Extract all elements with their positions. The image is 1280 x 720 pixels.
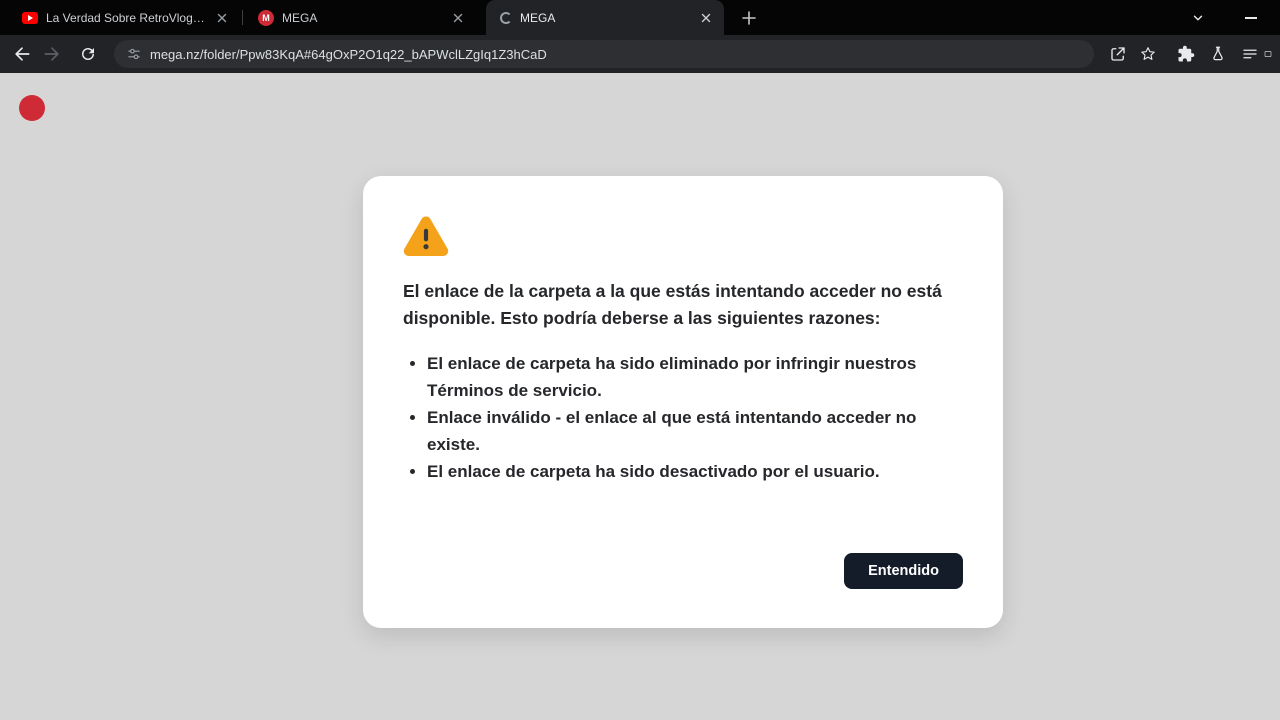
flask-avatar-icon — [1209, 45, 1227, 63]
back-arrow-icon — [12, 44, 32, 64]
youtube-favicon-icon — [22, 12, 38, 24]
reason-item: El enlace de carpeta ha sido eliminado p… — [427, 350, 923, 404]
toolbar-right-icons — [1104, 40, 1272, 68]
tab-close-button[interactable] — [214, 10, 230, 26]
bookmark-button[interactable] — [1134, 40, 1162, 68]
url-text: mega.nz/folder/Ppw83KqA#64gOxP2O1q22_bAP… — [150, 47, 547, 62]
dialog-message: El enlace de la carpeta a la que estás i… — [403, 278, 948, 332]
star-icon — [1139, 45, 1157, 63]
reason-item: Enlace inválido - el enlace al que está … — [427, 404, 923, 458]
tab-mega-active[interactable]: MEGA — [486, 0, 724, 35]
tab-strip: La Verdad Sobre RetroVlogs #2 M MEGA MEG… — [0, 0, 1280, 35]
close-icon — [217, 13, 227, 23]
back-button[interactable] — [8, 40, 36, 68]
minimize-button[interactable] — [1238, 5, 1264, 31]
folder-unavailable-dialog: El enlace de la carpeta a la que estás i… — [363, 176, 1003, 628]
tab-title: La Verdad Sobre RetroVlogs #2 — [46, 11, 206, 25]
menu-button[interactable] — [1236, 40, 1264, 68]
reload-button[interactable] — [74, 40, 102, 68]
share-button[interactable] — [1104, 40, 1132, 68]
warning-triangle-icon — [403, 215, 449, 257]
tab-retrovlogs[interactable]: La Verdad Sobre RetroVlogs #2 — [8, 0, 240, 35]
menu-lines-icon — [1241, 45, 1259, 63]
tab-title: MEGA — [282, 11, 442, 25]
puzzle-icon — [1177, 45, 1195, 63]
site-settings-icon — [126, 46, 142, 62]
forward-button[interactable] — [38, 40, 66, 68]
extensions-button[interactable] — [1172, 40, 1200, 68]
tab-title: MEGA — [520, 11, 690, 25]
url-bar[interactable]: mega.nz/folder/Ppw83KqA#64gOxP2O1q22_bAP… — [114, 40, 1094, 68]
reason-item: El enlace de carpeta ha sido desactivado… — [427, 458, 923, 485]
browser-toolbar: mega.nz/folder/Ppw83KqA#64gOxP2O1q22_bAP… — [0, 35, 1280, 73]
tab-close-button[interactable] — [698, 10, 714, 26]
reload-icon — [79, 45, 97, 63]
side-panel-icon — [1264, 45, 1272, 63]
chevron-down-icon — [1191, 11, 1205, 25]
tab-separator — [242, 10, 243, 25]
reasons-list: El enlace de carpeta ha sido eliminado p… — [403, 350, 923, 485]
share-icon — [1109, 45, 1127, 63]
side-panel-button-partial[interactable] — [1264, 40, 1272, 68]
tab-mega-1[interactable]: M MEGA — [244, 0, 476, 35]
forward-arrow-icon — [42, 44, 62, 64]
new-tab-button[interactable] — [736, 5, 762, 31]
entendido-button[interactable]: Entendido — [844, 553, 963, 589]
plus-icon — [742, 11, 756, 25]
loading-spinner-icon — [500, 12, 512, 24]
tab-search-button[interactable] — [1185, 5, 1211, 31]
page-content: El enlace de la carpeta a la que estás i… — [0, 73, 1280, 720]
mega-logo-loading-dot — [19, 95, 45, 121]
profile-avatar-button[interactable] — [1204, 40, 1232, 68]
browser-window: La Verdad Sobre RetroVlogs #2 M MEGA MEG… — [0, 0, 1280, 720]
tab-close-button[interactable] — [450, 10, 466, 26]
close-icon — [701, 13, 711, 23]
close-icon — [453, 13, 463, 23]
mega-favicon-icon: M — [258, 10, 274, 26]
minimize-icon — [1245, 17, 1257, 19]
